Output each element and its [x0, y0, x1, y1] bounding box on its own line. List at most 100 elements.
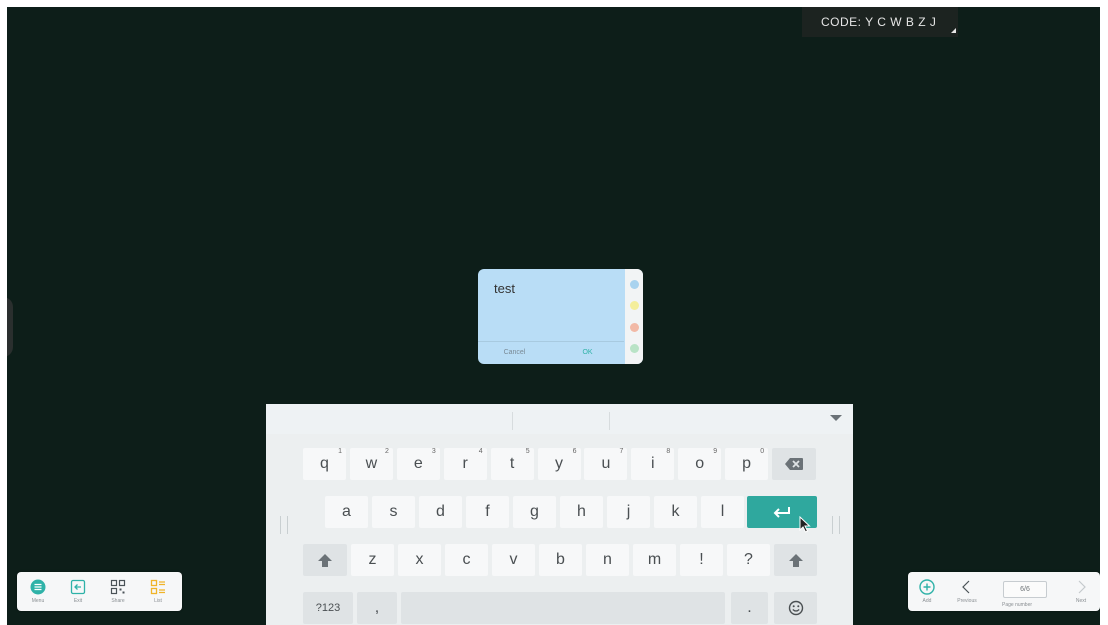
space-key[interactable]: [401, 592, 725, 624]
next-label: Next: [1075, 598, 1087, 604]
key-f[interactable]: f: [466, 496, 509, 528]
share-button[interactable]: Share: [105, 579, 131, 604]
key-exclamation[interactable]: !: [680, 544, 723, 576]
menu-button[interactable]: Menu: [25, 579, 51, 604]
right-toolbar: Add Previous 6/6 Page number Next: [908, 572, 1100, 611]
previous-page-button[interactable]: Previous: [950, 579, 984, 604]
key-n[interactable]: n: [586, 544, 629, 576]
key-number-hint: 4: [478, 448, 483, 455]
chevron-right-icon: [1073, 579, 1089, 595]
note-color-picker: [625, 269, 643, 364]
key-v[interactable]: v: [492, 544, 535, 576]
left-grip-icon[interactable]: [280, 516, 288, 534]
key-u[interactable]: u7: [584, 448, 628, 480]
key-o[interactable]: o9: [678, 448, 722, 480]
key-number-hint: 6: [572, 448, 577, 455]
suggestion-divider: [512, 412, 513, 430]
key-e[interactable]: e3: [396, 448, 440, 480]
key-d[interactable]: d: [419, 496, 462, 528]
next-page-button[interactable]: Next: [1068, 579, 1094, 604]
exit-label: Exit: [73, 598, 83, 604]
symbols-key[interactable]: ?123: [303, 592, 353, 624]
key-t[interactable]: t5: [490, 448, 534, 480]
chevron-down-icon[interactable]: [830, 415, 842, 421]
key-label: m: [647, 551, 662, 568]
key-h[interactable]: h: [560, 496, 603, 528]
menu-icon: [30, 579, 46, 595]
add-label: Add: [922, 598, 932, 604]
share-label: Share: [111, 598, 125, 604]
key-number-hint: 0: [760, 448, 765, 455]
shift-icon: [318, 553, 332, 567]
key-i[interactable]: i8: [631, 448, 675, 480]
color-swatch-red[interactable]: [629, 322, 639, 332]
key-label: w: [365, 455, 378, 472]
key-a[interactable]: a: [325, 496, 368, 528]
room-code-badge: CODE: Y C W B Z J: [802, 7, 958, 37]
key-label: i: [651, 455, 655, 472]
note-ok-button[interactable]: OK: [551, 342, 624, 364]
backspace-key[interactable]: [772, 448, 816, 480]
key-p[interactable]: p0: [725, 448, 769, 480]
key-label: r: [462, 455, 468, 472]
note-text[interactable]: test: [494, 281, 515, 296]
period-key[interactable]: .: [731, 592, 768, 624]
key-number-hint: 7: [619, 448, 624, 455]
note-cancel-button[interactable]: Cancel: [478, 342, 551, 364]
page-number-field[interactable]: 6/6: [1003, 581, 1047, 598]
key-label: j: [626, 503, 631, 520]
key-number-hint: 5: [525, 448, 530, 455]
key-c[interactable]: c: [445, 544, 488, 576]
add-icon: [919, 579, 935, 595]
list-button[interactable]: List: [145, 579, 171, 604]
key-label: o: [695, 455, 705, 472]
whiteboard-canvas[interactable]: CODE: Y C W B Z J test Cancel OK q1w2e3r…: [7, 7, 1100, 625]
key-r[interactable]: r4: [443, 448, 487, 480]
key-label: n: [603, 551, 612, 568]
color-swatch-yellow[interactable]: [629, 301, 639, 311]
key-q[interactable]: q1: [303, 448, 346, 480]
key-s[interactable]: s: [372, 496, 415, 528]
key-j[interactable]: j: [607, 496, 650, 528]
key-k[interactable]: k: [654, 496, 697, 528]
chevron-left-icon: [959, 579, 975, 595]
key-question[interactable]: ?: [727, 544, 770, 576]
right-grip-icon[interactable]: [832, 516, 840, 534]
enter-icon: [773, 507, 790, 518]
emoji-key[interactable]: [774, 592, 817, 624]
key-z[interactable]: z: [351, 544, 394, 576]
exit-button[interactable]: Exit: [65, 579, 91, 604]
backspace-icon: [785, 458, 803, 470]
key-label: c: [462, 551, 471, 568]
key-label: e: [413, 455, 423, 472]
key-g[interactable]: g: [513, 496, 556, 528]
key-label: d: [436, 503, 445, 520]
key-l[interactable]: l: [701, 496, 744, 528]
on-screen-keyboard: q1w2e3r4t5y6u7i8o9p0 asdfghjkl z x c v b n m!?: [266, 404, 853, 625]
shift-key-left[interactable]: [303, 544, 347, 576]
key-label: y: [555, 455, 563, 472]
key-label: x: [415, 551, 424, 568]
color-swatch-blue[interactable]: [629, 280, 639, 290]
previous-label: Previous: [957, 598, 977, 604]
sticky-note[interactable]: test Cancel OK: [478, 269, 643, 364]
key-label: l: [720, 503, 725, 520]
room-code-text: CODE: Y C W B Z J: [821, 15, 937, 29]
key-label: s: [389, 503, 398, 520]
key-x[interactable]: x: [398, 544, 441, 576]
key-w[interactable]: w2: [349, 448, 393, 480]
left-edge-handle[interactable]: [7, 297, 13, 357]
list-label: List: [154, 598, 162, 604]
list-icon: [150, 579, 166, 595]
add-page-button[interactable]: Add: [914, 579, 940, 604]
key-number-hint: 2: [384, 448, 389, 455]
color-swatch-green[interactable]: [629, 343, 639, 353]
key-b[interactable]: b: [539, 544, 582, 576]
key-m[interactable]: m: [633, 544, 676, 576]
shift-key-right[interactable]: [774, 544, 817, 576]
key-label: h: [577, 503, 586, 520]
key-y[interactable]: y6: [537, 448, 581, 480]
key-label: k: [671, 503, 680, 520]
key-number-hint: 3: [431, 448, 436, 455]
comma-key[interactable]: ,: [357, 592, 397, 624]
